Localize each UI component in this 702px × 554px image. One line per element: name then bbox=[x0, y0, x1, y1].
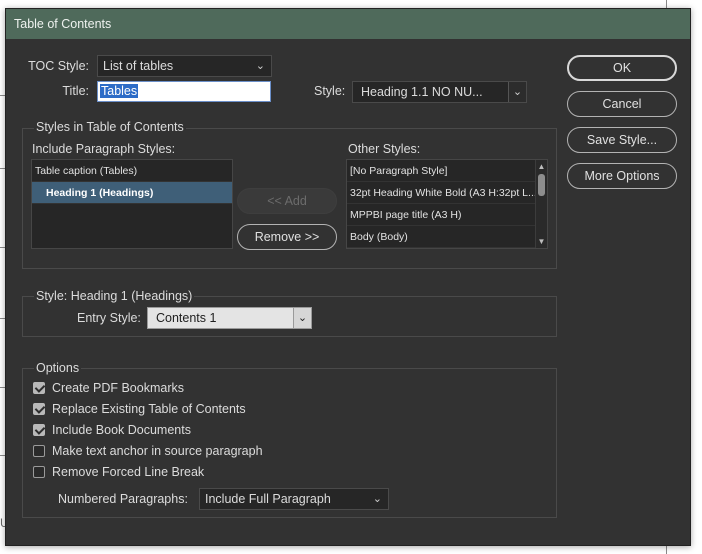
title-style-label: Style: bbox=[314, 84, 346, 98]
include-styles-list[interactable]: Table caption (Tables) Heading 1 (Headin… bbox=[31, 159, 233, 249]
style-group-title: Style: Heading 1 (Headings) bbox=[34, 289, 195, 303]
toc-style-label: TOC Style: bbox=[28, 59, 89, 73]
checkbox-remove-forced-line-break[interactable] bbox=[33, 466, 45, 478]
include-styles-label: Include Paragraph Styles: bbox=[32, 142, 176, 156]
checkbox-label: Include Book Documents bbox=[52, 423, 191, 437]
title-label: Title: bbox=[62, 84, 89, 98]
other-list-item[interactable]: [No Paragraph Style] bbox=[347, 160, 547, 182]
entry-style-label: Entry Style: bbox=[77, 311, 141, 325]
chevron-down-icon[interactable]: ▼ bbox=[536, 236, 547, 247]
more-options-button[interactable]: More Options bbox=[567, 163, 677, 189]
dialog-title: Table of Contents bbox=[6, 9, 690, 39]
other-list-item[interactable]: 32pt Heading White Bold (A3 H:32pt L... bbox=[347, 182, 547, 204]
toc-style-dropdown[interactable]: List of tables ⌄ bbox=[97, 55, 272, 77]
chevron-down-icon[interactable]: ⌄ bbox=[293, 308, 311, 328]
toc-style-value: List of tables bbox=[103, 59, 174, 73]
other-list-item[interactable]: MPPBI page title (A3 H) bbox=[347, 204, 547, 226]
other-styles-list[interactable]: [No Paragraph Style] 32pt Heading White … bbox=[346, 159, 548, 249]
title-style-dropdown[interactable]: Heading 1.1 NO NU... ⌄ bbox=[352, 81, 527, 103]
styles-group-title: Styles in Table of Contents bbox=[34, 120, 186, 134]
cancel-button[interactable]: Cancel bbox=[567, 91, 677, 117]
ok-button[interactable]: OK bbox=[567, 55, 677, 81]
checkbox-make-text-anchor[interactable] bbox=[33, 445, 45, 457]
chevron-down-icon: ⌄ bbox=[255, 60, 265, 72]
title-input[interactable]: Tables bbox=[97, 81, 271, 102]
remove-button[interactable]: Remove >> bbox=[237, 224, 337, 250]
checkbox-label: Replace Existing Table of Contents bbox=[52, 402, 246, 416]
scroll-thumb[interactable] bbox=[538, 174, 545, 196]
chevron-up-icon[interactable]: ▲ bbox=[536, 161, 547, 172]
toc-dialog: Table of Contents TOC Style: List of tab… bbox=[5, 8, 691, 546]
include-list-item-selected[interactable]: Heading 1 (Headings) bbox=[32, 182, 232, 204]
numbered-paragraphs-label: Numbered Paragraphs: bbox=[58, 492, 188, 506]
other-list-item[interactable]: Body (Body) bbox=[347, 226, 547, 248]
add-button[interactable]: << Add bbox=[237, 188, 337, 214]
checkbox-label: Create PDF Bookmarks bbox=[52, 381, 184, 395]
checkbox-label: Remove Forced Line Break bbox=[52, 465, 205, 479]
save-style-button[interactable]: Save Style... bbox=[567, 127, 677, 153]
chevron-down-icon: ⌄ bbox=[372, 493, 382, 505]
chevron-down-icon[interactable]: ⌄ bbox=[508, 82, 526, 102]
checkbox-replace-existing-toc[interactable] bbox=[33, 403, 45, 415]
other-styles-scrollbar[interactable]: ▲ ▼ bbox=[535, 160, 547, 248]
numbered-paragraphs-dropdown[interactable]: Include Full Paragraph ⌄ bbox=[199, 488, 389, 510]
other-styles-label: Other Styles: bbox=[348, 142, 421, 156]
checkbox-include-book-documents[interactable] bbox=[33, 424, 45, 436]
options-group-title: Options bbox=[34, 361, 82, 375]
checkbox-label: Make text anchor in source paragraph bbox=[52, 444, 263, 458]
title-style-value: Heading 1.1 NO NU... bbox=[361, 85, 483, 99]
numbered-paragraphs-value: Include Full Paragraph bbox=[205, 492, 331, 506]
checkbox-create-pdf-bookmarks[interactable] bbox=[33, 382, 45, 394]
title-input-value: Tables bbox=[100, 84, 139, 98]
entry-style-value: Contents 1 bbox=[156, 311, 217, 325]
include-list-item[interactable]: Table caption (Tables) bbox=[32, 160, 232, 182]
entry-style-dropdown[interactable]: Contents 1 ⌄ bbox=[147, 307, 312, 329]
